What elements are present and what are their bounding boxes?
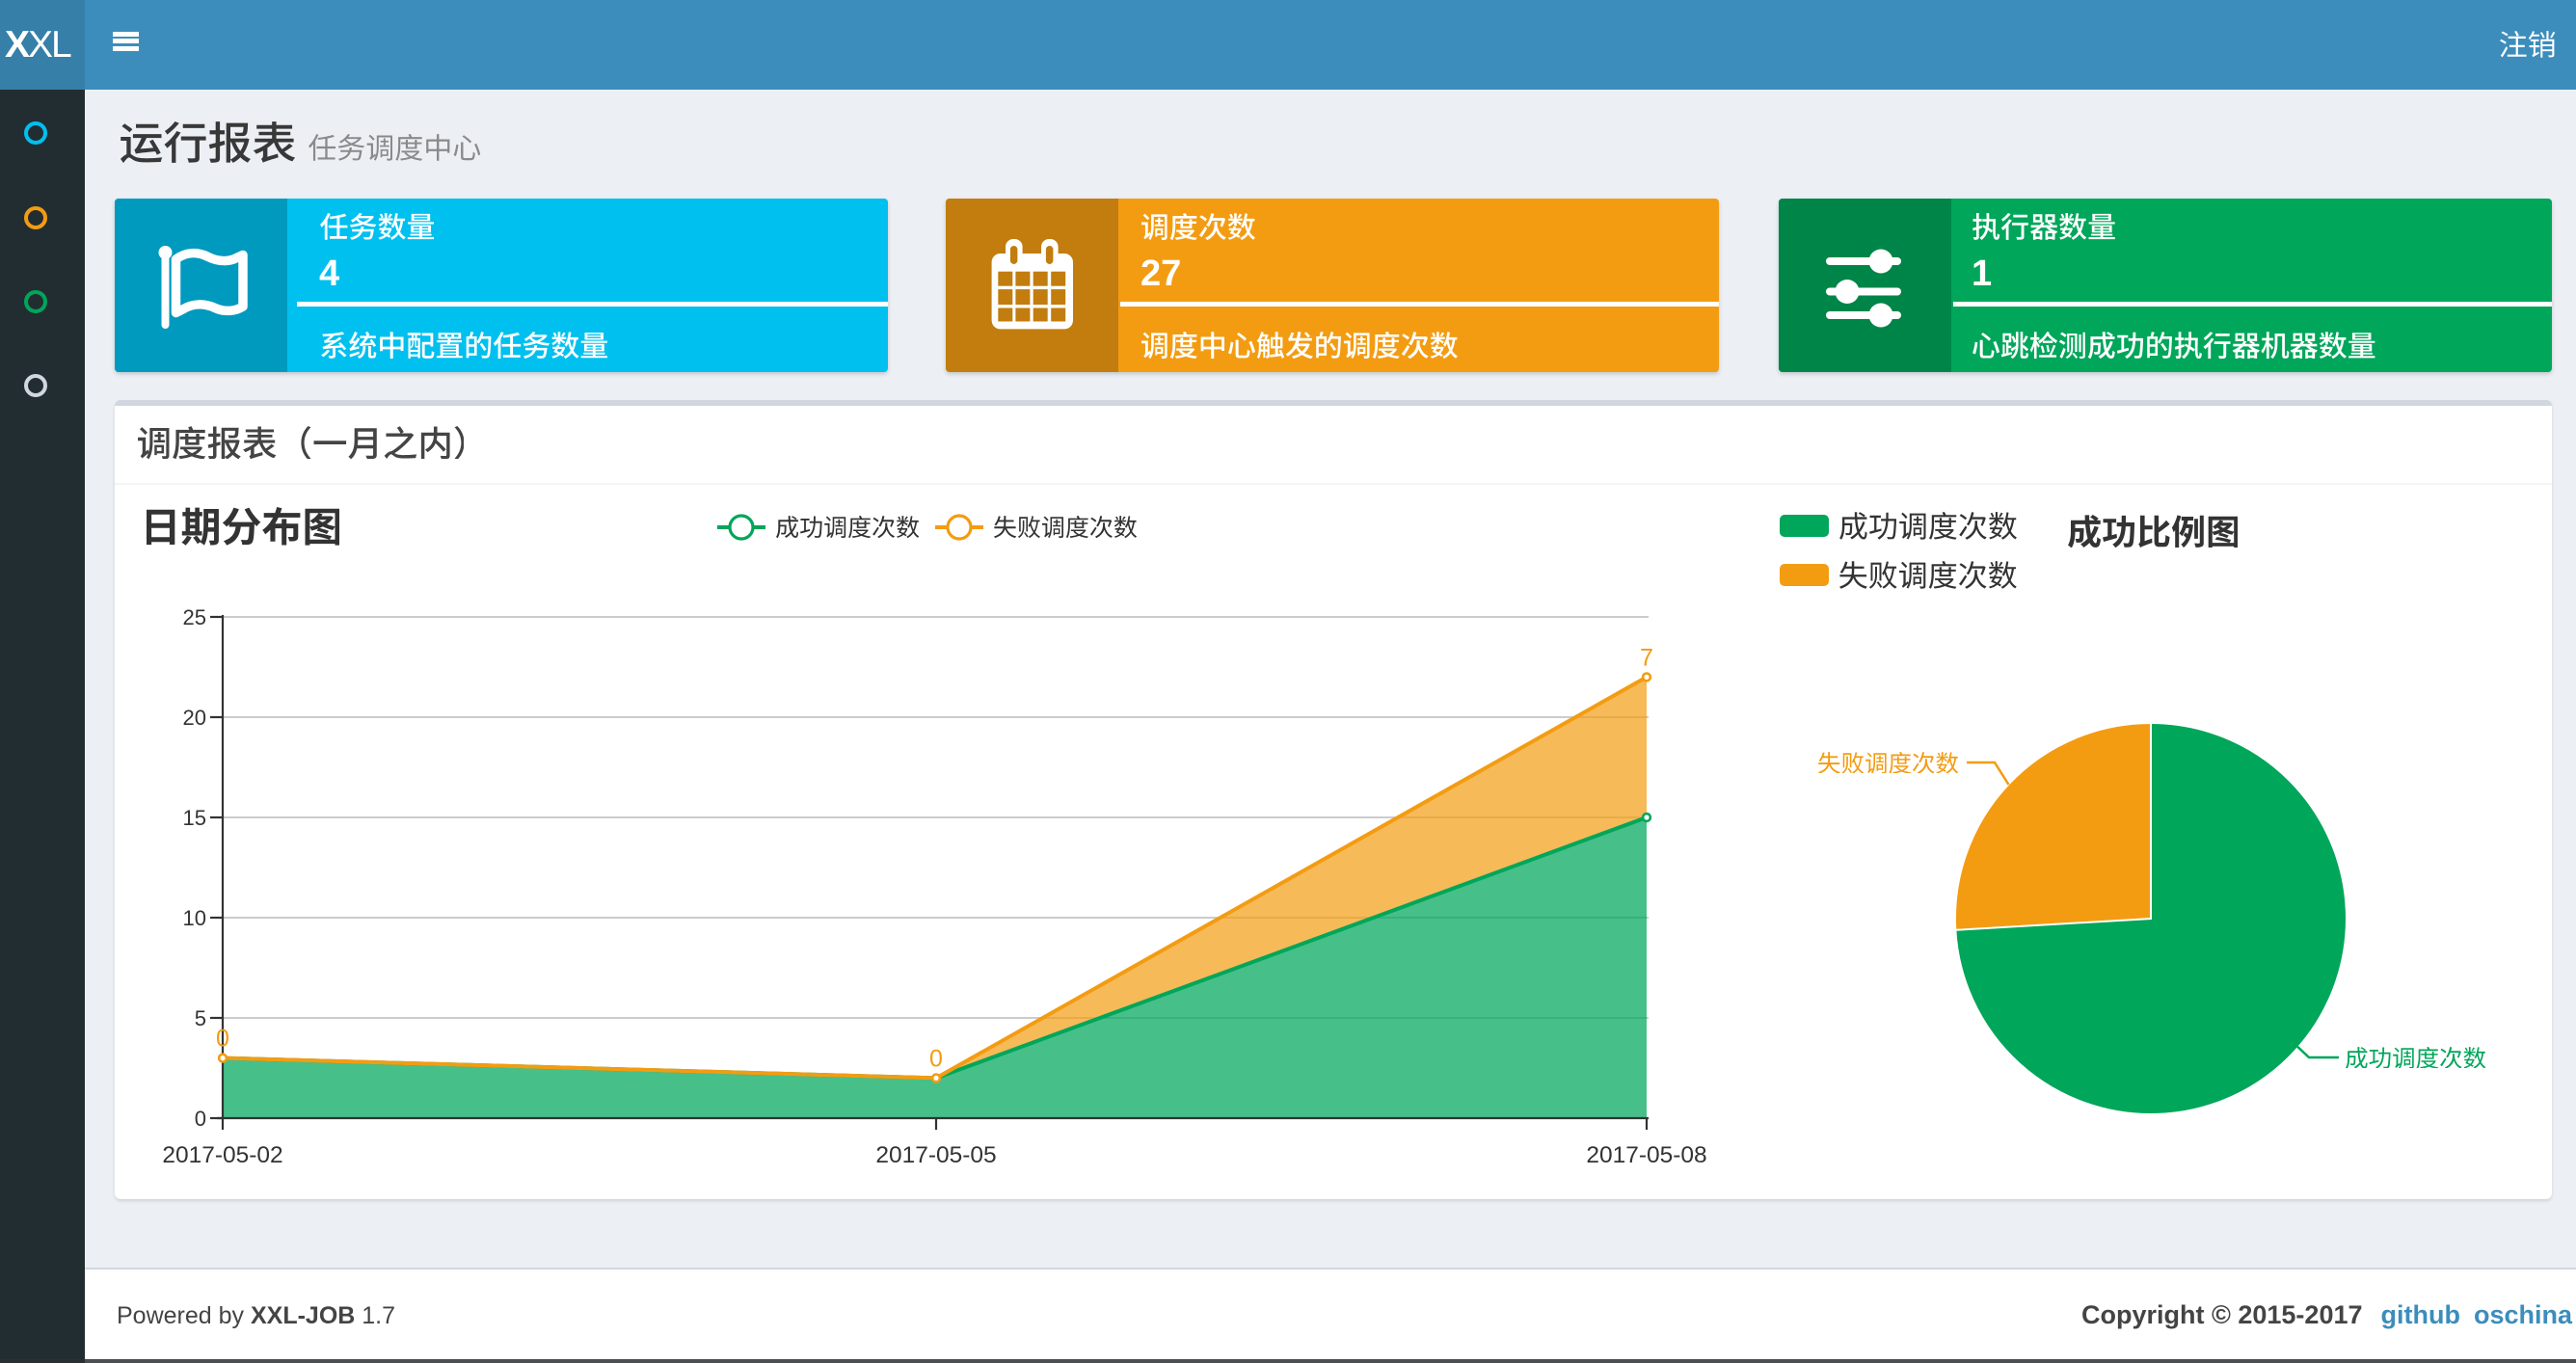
svg-text:20: 20 bbox=[183, 706, 206, 730]
svg-text:0: 0 bbox=[929, 1045, 943, 1072]
svg-text:0: 0 bbox=[216, 1026, 229, 1053]
svg-text:5: 5 bbox=[195, 1006, 206, 1030]
svg-text:2017-05-05: 2017-05-05 bbox=[875, 1142, 996, 1168]
svg-text:7: 7 bbox=[1640, 644, 1653, 671]
svg-text:25: 25 bbox=[183, 605, 206, 629]
svg-text:2017-05-02: 2017-05-02 bbox=[162, 1142, 282, 1168]
svg-text:15: 15 bbox=[183, 806, 206, 830]
svg-text:0: 0 bbox=[195, 1107, 206, 1131]
svg-text:10: 10 bbox=[183, 906, 206, 930]
